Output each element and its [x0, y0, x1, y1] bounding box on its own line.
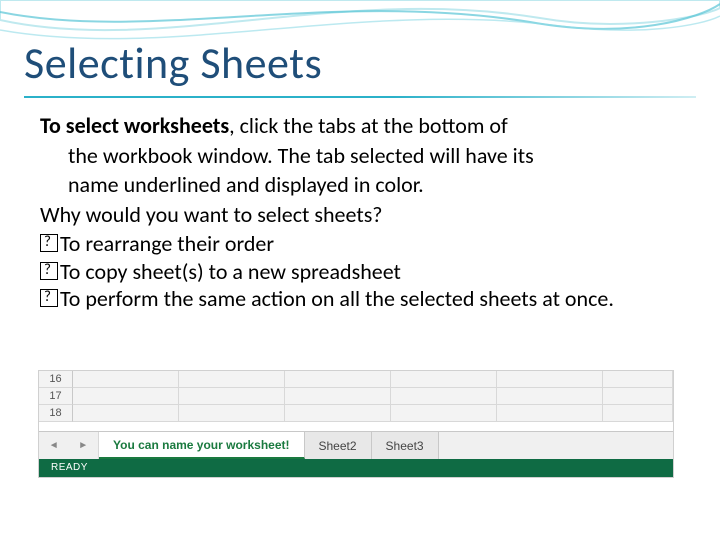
cell	[391, 388, 497, 405]
bullet-item: To copy sheet(s) to a new spreadsheet	[40, 258, 680, 286]
bullet-item: To rearrange their order	[40, 230, 680, 258]
row-header: 16	[39, 371, 73, 388]
excel-screenshot: 16 17 18 ◄ ► You can name your worksheet…	[38, 370, 674, 478]
bullet-item: To perform the same action on all the se…	[40, 285, 680, 313]
cell	[497, 405, 603, 422]
bullet-icon	[40, 262, 58, 280]
cell	[179, 388, 285, 405]
slide-title: Selecting Sheets	[24, 36, 322, 90]
cell	[603, 371, 673, 388]
bullet-icon	[40, 234, 58, 252]
cell	[179, 371, 285, 388]
slide-body: To select worksheets, click the tabs at …	[40, 112, 680, 313]
title-underline	[24, 96, 696, 98]
bullet-icon	[40, 289, 58, 307]
cell	[285, 388, 391, 405]
bullet-text: To perform the same action on all the se…	[60, 285, 614, 313]
cell	[285, 371, 391, 388]
sheet-tab-bar: ◄ ► You can name your worksheet! Sheet2 …	[39, 431, 673, 459]
row-header: 17	[39, 388, 73, 405]
bullet-text: To copy sheet(s) to a new spreadsheet	[60, 258, 401, 286]
nav-next-icon[interactable]: ►	[78, 440, 88, 451]
excel-status-bar: READY	[39, 459, 673, 477]
bullet-text: To rearrange their order	[60, 230, 274, 258]
cell	[73, 388, 179, 405]
cell	[73, 405, 179, 422]
body-question: Why would you want to select sheets?	[40, 201, 680, 229]
sheet-tab[interactable]: Sheet3	[372, 432, 439, 459]
cell	[391, 405, 497, 422]
sheet-tab[interactable]: Sheet2	[305, 432, 372, 459]
cell	[285, 405, 391, 422]
body-line-2: the workbook window. The tab selected wi…	[40, 142, 680, 170]
row-header: 18	[39, 405, 73, 422]
cell	[603, 388, 673, 405]
cell	[179, 405, 285, 422]
cell	[497, 371, 603, 388]
cell	[603, 405, 673, 422]
cell	[391, 371, 497, 388]
cell	[73, 371, 179, 388]
sheet-tab-active[interactable]: You can name your worksheet!	[99, 432, 305, 459]
tab-nav-arrows[interactable]: ◄ ►	[39, 432, 99, 459]
body-line-3: name underlined and displayed in color.	[40, 171, 680, 199]
lead-bold: To select worksheets	[40, 112, 229, 139]
cell	[497, 388, 603, 405]
nav-prev-icon[interactable]: ◄	[49, 440, 59, 451]
lead-rest: , click the tabs at the bottom of	[229, 112, 508, 139]
